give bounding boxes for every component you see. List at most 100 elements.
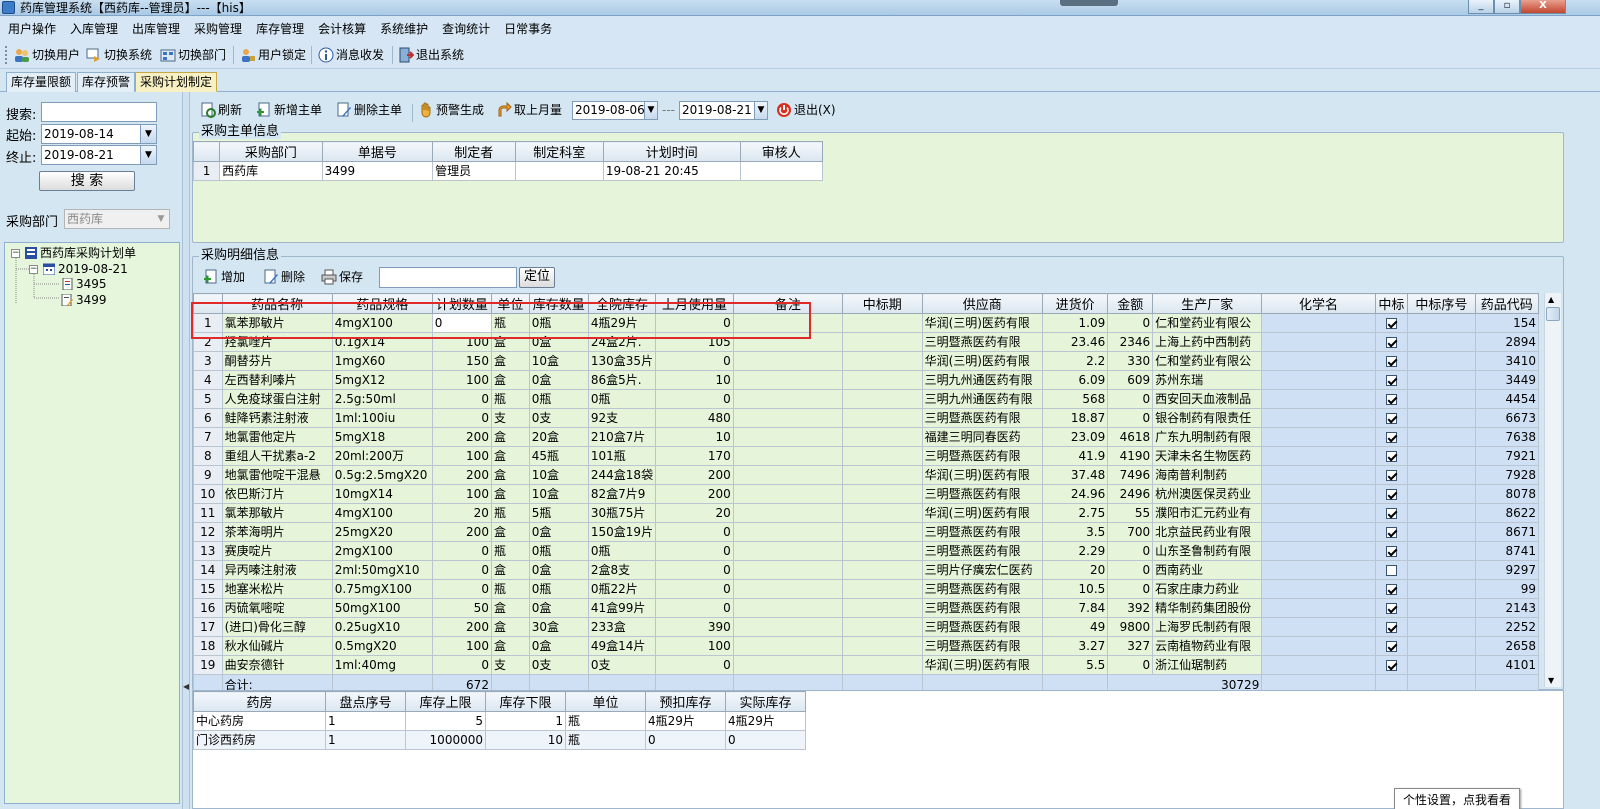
checkbox-checked[interactable] bbox=[1385, 602, 1397, 614]
switch-dept-button[interactable]: 切换部门 bbox=[160, 45, 226, 65]
warning-generate-button[interactable]: 预警生成 bbox=[418, 100, 484, 120]
chevron-down-icon[interactable]: ▼ bbox=[644, 102, 657, 119]
refresh-button[interactable]: 刷新 bbox=[200, 100, 242, 120]
minimize-button[interactable]: _ bbox=[1468, 0, 1494, 14]
detail-row[interactable]: 16 丙硫氧嘧啶 50mgX100 50 盒 0盒 41盒99片 0 三明暨燕医药有限 7.84 3… bbox=[193, 598, 1540, 618]
switch-system-button[interactable]: 切换系统 bbox=[86, 45, 152, 65]
end-date-picker[interactable]: 2019-08-21 ▼ bbox=[41, 145, 157, 165]
menu-item[interactable]: 入库管理 bbox=[63, 17, 125, 41]
winning-bid-cell[interactable] bbox=[1374, 389, 1409, 409]
detail-row[interactable]: 11 氯苯那敏片 4mgX100 20 瓶 5瓶 30瓶75片 20 华润(三明)医药有限 2.7… bbox=[193, 503, 1540, 523]
search-input[interactable] bbox=[41, 102, 157, 122]
locate-input[interactable] bbox=[379, 267, 517, 288]
purchase-dept-select[interactable]: 西药库 ▼ bbox=[64, 209, 170, 229]
winning-bid-cell[interactable] bbox=[1374, 617, 1409, 637]
checkbox-checked[interactable] bbox=[1385, 336, 1397, 348]
start-date-picker[interactable]: 2019-08-14 ▼ bbox=[41, 124, 157, 144]
winning-bid-cell[interactable] bbox=[1374, 465, 1409, 485]
detail-row[interactable]: 19 曲安奈德针 1ml:40mg 0 支 0支 0支 0 华润(三明)医药有限 5.5 0 浙江仙琚… bbox=[193, 655, 1540, 675]
winning-bid-cell[interactable] bbox=[1374, 313, 1409, 333]
checkbox-checked[interactable] bbox=[1385, 545, 1397, 557]
detail-row[interactable]: 4 左西替利嗪片 5mgX12 100 盒 0盒 86盒5片. 10 三明九州通医药有限 6.09… bbox=[193, 370, 1540, 390]
checkbox-checked[interactable] bbox=[1385, 355, 1397, 367]
menu-item[interactable]: 出库管理 bbox=[125, 17, 187, 41]
checkbox-checked[interactable] bbox=[1385, 583, 1397, 595]
checkbox-checked[interactable] bbox=[1385, 640, 1397, 652]
detail-row[interactable]: 8 重组人干扰素a-2 20ml:200万 100 盒 45瓶 101瓶 170 三明暨燕医药有… bbox=[193, 446, 1540, 466]
checkbox-unchecked[interactable] bbox=[1385, 564, 1397, 576]
switch-user-button[interactable]: 切换用户 bbox=[14, 45, 80, 65]
winning-bid-cell[interactable] bbox=[1374, 351, 1409, 371]
stock-row[interactable]: 门诊西药房 1 1000000 10 瓶 0 0 bbox=[193, 730, 806, 750]
detail-row[interactable]: 6 鲑降钙素注射液 1ml:100iu 0 支 0支 92支 480 三明暨燕医药有限 18.87… bbox=[193, 408, 1540, 428]
detail-row[interactable]: 5 人免疫球蛋白注射 2.5g:50ml 0 瓶 0瓶 0瓶 0 三明九州通医药有限 568 0 西安… bbox=[193, 389, 1540, 409]
detail-scrollbar[interactable]: ▲ ▼ bbox=[1544, 293, 1561, 687]
detail-row[interactable]: 14 异丙嗪注射液 2ml:50mgX10 0 盒 0盒 2盒8支 0 三明片仔癀宏仁医药 20 0… bbox=[193, 560, 1540, 580]
chevron-down-icon[interactable]: ▼ bbox=[754, 102, 767, 119]
save-button[interactable]: 保存 bbox=[321, 267, 363, 287]
winning-bid-cell[interactable] bbox=[1374, 408, 1409, 428]
detail-row[interactable]: 2 羟氯喹片 0.1gX14 100 盒 0盒 24盒2片. 105 三明暨燕医药有限 23.46… bbox=[193, 332, 1540, 352]
winning-bid-cell[interactable] bbox=[1374, 332, 1409, 352]
detail-row[interactable]: 18 秋水仙碱片 0.5mgX20 100 盒 0盒 49盒14片 100 三明暨燕医药有限 3.… bbox=[193, 636, 1540, 656]
checkbox-checked[interactable] bbox=[1385, 488, 1397, 500]
chevron-down-icon[interactable]: ▼ bbox=[153, 210, 169, 228]
winning-bid-cell[interactable] bbox=[1374, 636, 1409, 656]
detail-row[interactable]: 1 氯苯那敏片 4mgX100 0 瓶 0瓶 4瓶29片 0 华润(三明)医药有限 1.09 0 仁和… bbox=[193, 313, 1540, 333]
chevron-down-icon[interactable]: ▼ bbox=[140, 125, 156, 143]
winning-bid-cell[interactable] bbox=[1374, 484, 1409, 504]
checkbox-checked[interactable] bbox=[1385, 412, 1397, 424]
scroll-down-icon[interactable]: ▼ bbox=[1548, 676, 1554, 685]
winning-bid-cell[interactable] bbox=[1374, 503, 1409, 523]
checkbox-checked[interactable] bbox=[1385, 469, 1397, 481]
detail-row[interactable]: 10 依巴斯汀片 10mgX14 100 盒 10盒 82盒7片9 200 三明暨燕医药有限 24… bbox=[193, 484, 1540, 504]
checkbox-checked[interactable] bbox=[1385, 393, 1397, 405]
detail-row[interactable]: 13 赛庚啶片 2mgX100 0 瓶 0瓶 0瓶 0 三明暨燕医药有限 2.29 0 山东圣鲁制药有… bbox=[193, 541, 1540, 561]
search-button[interactable]: 搜 索 bbox=[39, 171, 135, 191]
exit-button[interactable]: 退出(X) bbox=[776, 100, 836, 120]
detail-row[interactable]: 3 酮替芬片 1mgX60 150 盒 10盒 130盒35片 0 华润(三明)医药有限 2.2 3… bbox=[193, 351, 1540, 371]
checkbox-checked[interactable] bbox=[1385, 450, 1397, 462]
menu-item[interactable]: 用户操作 bbox=[0, 17, 63, 41]
winning-bid-cell[interactable] bbox=[1374, 598, 1409, 618]
tab-stock-limit[interactable]: 库存量限额 bbox=[6, 72, 77, 92]
winning-bid-cell[interactable] bbox=[1374, 427, 1409, 447]
menu-item[interactable]: 会计核算 bbox=[311, 17, 373, 41]
range-from-picker[interactable]: 2019-08-06 ▼ bbox=[572, 101, 658, 120]
winning-bid-cell[interactable] bbox=[1374, 370, 1409, 390]
add-row-button[interactable]: 增加 bbox=[203, 267, 245, 287]
detail-row[interactable]: 7 地氯雷他定片 5mgX18 200 盒 20盒 210盒7片 10 福建三明同春医药 23.0… bbox=[193, 427, 1540, 447]
exit-system-button[interactable]: 退出系统 bbox=[398, 45, 464, 65]
detail-row[interactable]: 9 地氯雷他啶干混悬 0.5g:2.5mgX20 200 盒 10盒 244盒18袋 200 华… bbox=[193, 465, 1540, 485]
add-master-button[interactable]: 新增主单 bbox=[256, 100, 322, 120]
menu-item[interactable]: 库存管理 bbox=[249, 17, 311, 41]
last-month-button[interactable]: 取上月量 bbox=[496, 100, 562, 120]
checkbox-checked[interactable] bbox=[1385, 659, 1397, 671]
restore-button[interactable]: ▫ bbox=[1494, 0, 1520, 14]
delete-master-button[interactable]: 删除主单 bbox=[336, 100, 402, 120]
checkbox-checked[interactable] bbox=[1385, 431, 1397, 443]
checkbox-checked[interactable] bbox=[1385, 374, 1397, 386]
tab-purchase-plan[interactable]: 采购计划制定 bbox=[135, 72, 218, 92]
chevron-down-icon[interactable]: ▼ bbox=[140, 146, 156, 164]
panel-splitter[interactable]: ◀ bbox=[182, 92, 190, 809]
toolbar-grip[interactable] bbox=[5, 46, 8, 64]
master-row[interactable]: 1 西药库 3499 管理员 19-08-21 20:45 bbox=[192, 161, 824, 181]
menu-item[interactable]: 系统维护 bbox=[373, 17, 435, 41]
close-button[interactable]: X bbox=[1520, 0, 1566, 14]
winning-bid-cell[interactable] bbox=[1374, 560, 1409, 580]
winning-bid-cell[interactable] bbox=[1374, 655, 1409, 675]
delete-row-button[interactable]: 删除 bbox=[263, 267, 305, 287]
winning-bid-cell[interactable] bbox=[1374, 522, 1409, 542]
scroll-thumb[interactable] bbox=[1546, 307, 1560, 321]
detail-row[interactable]: 12 茶苯海明片 25mgX20 200 盒 0盒 150盒19片 0 三明暨燕医药有限 3.5 7… bbox=[193, 522, 1540, 542]
locate-button[interactable]: 定位 bbox=[519, 267, 555, 288]
messages-button[interactable]: 消息收发 bbox=[318, 45, 384, 65]
winning-bid-cell[interactable] bbox=[1374, 541, 1409, 561]
winning-bid-cell[interactable] bbox=[1374, 446, 1409, 466]
collapse-arrow-icon[interactable]: ◀ bbox=[183, 682, 189, 691]
checkbox-checked[interactable] bbox=[1385, 621, 1397, 633]
checkbox-checked[interactable] bbox=[1385, 317, 1397, 329]
menu-item[interactable]: 日常事务 bbox=[497, 17, 559, 41]
scroll-up-icon[interactable]: ▲ bbox=[1548, 295, 1554, 304]
